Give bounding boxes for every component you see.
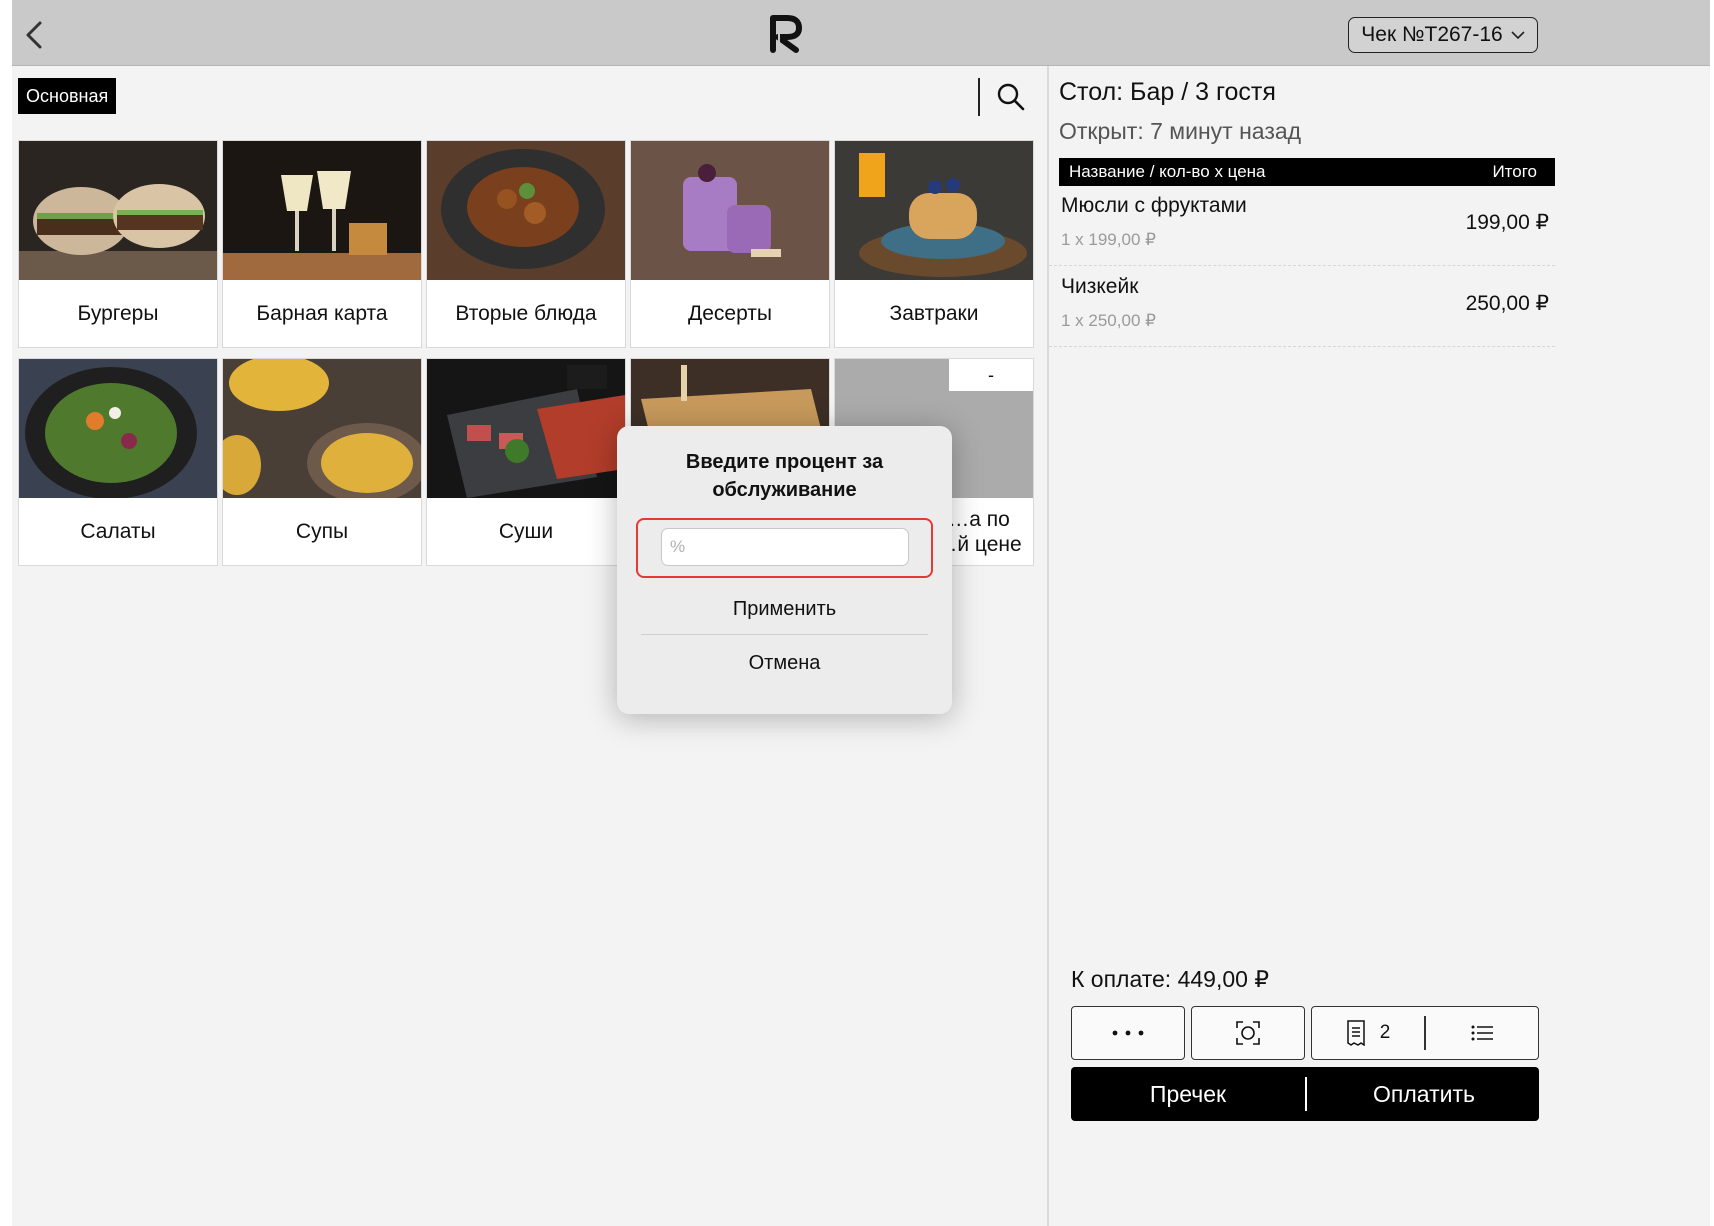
scan-button[interactable] <box>1191 1006 1305 1060</box>
item-name: Чизкейк <box>1061 275 1139 298</box>
category-tile-main-dishes[interactable]: Вторые блюда <box>426 140 626 348</box>
receipts-button[interactable]: 2 <box>1312 1007 1424 1059</box>
scan-icon <box>1236 1021 1260 1045</box>
column-name: Название / кол-во х цена <box>1069 162 1266 181</box>
category-tile-burgers[interactable]: Бургеры <box>18 140 218 348</box>
category-label: Завтраки <box>889 302 979 325</box>
category-label: Бургеры <box>77 302 159 325</box>
soup-photo <box>223 359 421 498</box>
category-tile-breakfast[interactable]: Завтраки <box>834 140 1034 348</box>
app-frame: Чек №T267-16 Основная Бургеры Барная кар… <box>12 0 1710 1226</box>
percent-input[interactable] <box>661 528 909 566</box>
logo-icon <box>768 14 804 54</box>
item-qty-price: 1 x 199,00 ₽ <box>1061 230 1156 249</box>
pay-button[interactable]: Оплатить <box>1307 1067 1541 1121</box>
apply-button[interactable]: Применить <box>617 584 952 634</box>
main-dish-photo <box>427 141 625 280</box>
receipts-list-button[interactable]: 2 <box>1311 1006 1539 1060</box>
more-button[interactable] <box>1071 1006 1185 1060</box>
order-item[interactable]: Мюсли с фруктами 1 x 199,00 ₽ 199,00 ₽ <box>1049 186 1555 266</box>
to-pay-amount: К оплате: 449,00 ₽ <box>1071 966 1269 992</box>
category-tile-bar[interactable]: Барная карта <box>222 140 422 348</box>
check-selector[interactable]: Чек №T267-16 <box>1348 17 1538 53</box>
chevron-down-icon <box>1511 31 1525 40</box>
burgers-photo <box>19 141 217 280</box>
search-icon <box>997 83 1025 111</box>
tile-badge: - <box>949 359 1033 391</box>
search-button[interactable] <box>994 80 1028 114</box>
check-label: Чек №T267-16 <box>1361 23 1503 46</box>
salad-photo <box>19 359 217 498</box>
category-tile-soups[interactable]: Супы <box>222 358 422 566</box>
toolbar-divider <box>978 78 980 116</box>
category-label: Десерты <box>687 302 772 325</box>
category-label: Супы <box>295 520 349 543</box>
column-total: Итого <box>1492 162 1537 181</box>
receipt-icon <box>1346 1020 1365 1046</box>
cocktails-photo <box>223 141 421 280</box>
desserts-photo <box>631 141 829 280</box>
top-bar: Чек №T267-16 <box>12 0 1710 66</box>
back-button[interactable] <box>18 18 52 52</box>
category-label: Суши <box>498 520 554 543</box>
dialog-divider <box>641 634 928 635</box>
sushi-photo <box>427 359 625 498</box>
order-table-header: Название / кол-во х цена Итого <box>1059 158 1555 186</box>
category-tile-desserts[interactable]: Десерты <box>630 140 830 348</box>
precheck-button[interactable]: Пречек <box>1071 1067 1305 1121</box>
category-label: Вторые блюда <box>455 302 597 325</box>
category-label: Салаты <box>80 520 156 543</box>
dialog-title: Введите процент за обслуживание <box>685 451 884 501</box>
category-tile-salads[interactable]: Салаты <box>18 358 218 566</box>
list-icon <box>1471 1025 1493 1041</box>
service-percent-dialog: Введите процент за обслуживание Применит… <box>617 426 952 714</box>
item-total: 199,00 ₽ <box>1465 211 1549 234</box>
item-qty-price: 1 x 250,00 ₽ <box>1061 311 1156 330</box>
opened-time: Открыт: 7 минут назад <box>1059 118 1302 144</box>
category-tile-sushi[interactable]: Суши <box>426 358 626 566</box>
cancel-button[interactable]: Отмена <box>617 638 952 688</box>
payment-bar: Пречек Оплатить <box>1071 1067 1539 1121</box>
order-item[interactable]: Чизкейк 1 x 250,00 ₽ 250,00 ₽ <box>1049 267 1555 347</box>
list-view-button[interactable] <box>1426 1007 1538 1059</box>
item-total: 250,00 ₽ <box>1465 292 1549 315</box>
item-name: Мюсли с фруктами <box>1061 194 1247 217</box>
chevron-left-icon <box>26 21 42 49</box>
more-dots-icon <box>1112 1030 1144 1036</box>
category-label: Барная карта <box>256 302 388 325</box>
order-panel: Стол: Бар / 3 гостя Открыт: 7 минут наза… <box>1049 66 1710 1226</box>
receipts-count: 2 <box>1379 1022 1391 1043</box>
table-title: Стол: Бар / 3 гостя <box>1059 78 1276 106</box>
tab-main[interactable]: Основная <box>18 78 117 114</box>
pancakes-photo <box>835 141 1033 280</box>
